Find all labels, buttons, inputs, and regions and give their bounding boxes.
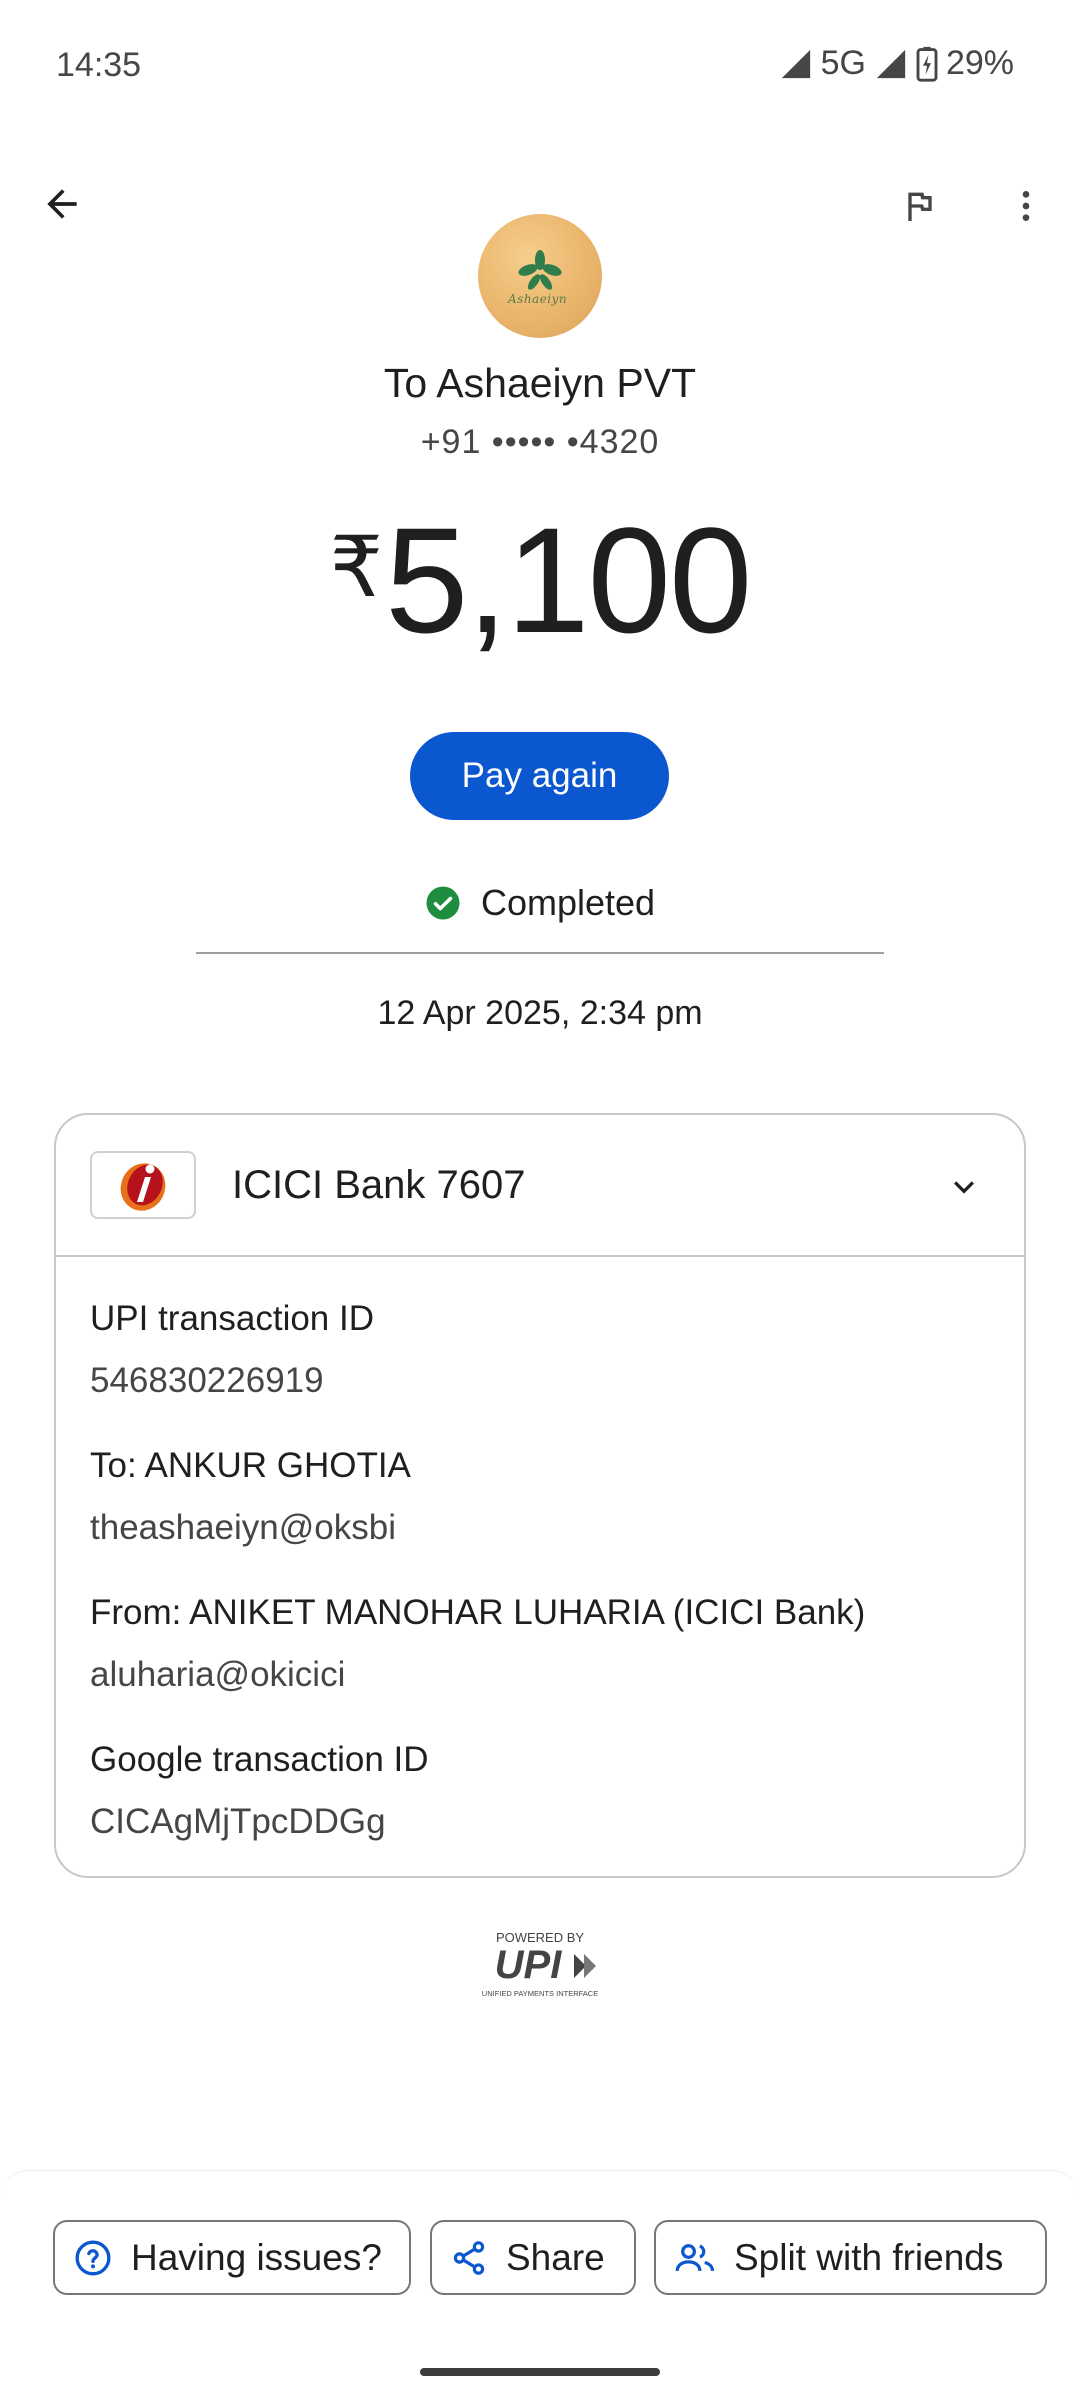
divider [196,952,884,954]
expand-button[interactable] [936,1159,992,1215]
share-label: Share [506,2236,605,2278]
having-issues-button[interactable]: Having issues? [53,2220,411,2295]
more-vert-icon [1022,191,1030,221]
chevron-down-icon [954,1181,974,1194]
share-icon [453,2240,485,2275]
flag-icon [908,192,932,221]
google-transaction-id: Google transaction ID CICAgMjTpcDDGg [90,1740,429,1842]
more-options-button[interactable] [1000,174,1052,238]
transaction-details-card: ICICI Bank 7607 UPI transaction ID 54683… [54,1113,1026,1878]
payee-name: To Ashaeiyn PVT [383,360,697,406]
detail-label: To: ANKUR GHOTIA [90,1446,411,1485]
currency-symbol: ₹ [329,520,383,614]
recipient-detail: To: ANKUR GHOTIA theashaeiyn@oksbi [90,1446,411,1548]
status-label: Completed [480,882,656,923]
detail-label: Google transaction ID [90,1740,429,1779]
share-button[interactable]: Share [430,2220,636,2295]
leaf-logo-icon [518,250,562,290]
battery-charging-icon [916,46,938,82]
status-row: Completed [0,882,1080,924]
transaction-amount: ₹5,100 [0,505,1080,655]
amount-value: 5,100 [385,496,752,664]
detail-label: UPI transaction ID [90,1299,374,1338]
transaction-date: 12 Apr 2025, 2:34 pm [377,994,703,1032]
payee-avatar: Ashaeiyn [478,214,602,338]
arrow-back-icon [47,189,77,219]
pay-again-button[interactable]: Pay again [410,732,669,820]
upi-wordmark: UPI [495,1943,563,1987]
status-icons: 5G 29% [779,44,1014,83]
signal-icon [781,49,810,78]
upi-transaction-id: UPI transaction ID 546830226919 [90,1299,374,1401]
bank-account-header[interactable]: ICICI Bank 7607 [56,1115,1024,1257]
split-label: Split with friends [734,2236,1004,2278]
back-button[interactable] [30,172,94,236]
report-button[interactable] [888,174,952,238]
detail-value: CICAgMjTpcDDGg [90,1802,386,1841]
network-label: 5G [820,44,866,82]
check-circle-icon [426,886,460,920]
detail-value: 546830226919 [90,1361,324,1400]
home-indicator[interactable] [420,2368,660,2376]
status-time: 14:35 [56,46,142,84]
payee-phone: +91 ••••• •4320 [420,423,660,461]
avatar-logo-text: Ashaeiyn [508,292,568,306]
detail-value: aluharia@okicici [90,1655,346,1694]
split-with-friends-button[interactable]: Split with friends [654,2220,1047,2295]
upi-tagline: UNIFIED PAYMENTS INTERFACE [482,1989,598,1998]
help-circle-icon [75,2240,111,2275]
battery-level: 29% [945,44,1014,82]
having-issues-label: Having issues? [131,2236,382,2278]
detail-label: From: ANIKET MANOHAR LUHARIA (ICICI Bank… [90,1593,866,1632]
sender-detail: From: ANIKET MANOHAR LUHARIA (ICICI Bank… [90,1593,865,1695]
signal-icon [876,49,906,78]
icici-logo-icon [90,1151,196,1219]
bank-name: ICICI Bank 7607 [232,1163,526,1207]
group-icon [675,2243,715,2271]
detail-value: theashaeiyn@oksbi [90,1508,396,1547]
upi-logo-icon: POWERED BY UPI UNIFIED PAYMENTS INTERFAC… [482,1930,598,1998]
